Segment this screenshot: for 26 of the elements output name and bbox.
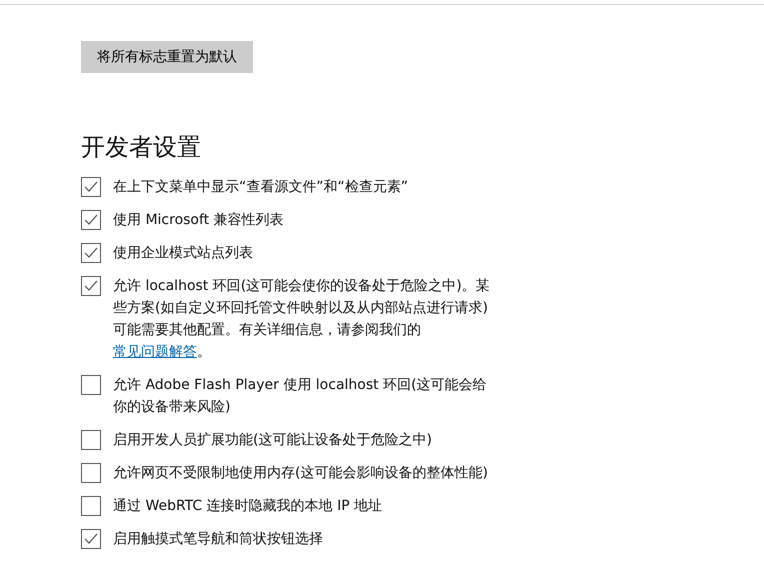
check-icon (84, 181, 98, 193)
checkbox[interactable] (81, 463, 101, 483)
option-label: 通过 WebRTC 连接时隐藏我的本地 IP 地址 (113, 497, 382, 516)
checkbox[interactable] (81, 276, 101, 296)
option-label: 允许 Adobe Flash Player 使用 localhost 环回(这可能会给你的设备带来风险) (113, 376, 488, 417)
option-label: 允许网页不受限制地使用内存(这可能会影响设备的整体性能) (113, 464, 488, 483)
checkbox[interactable] (81, 529, 101, 549)
checkbox[interactable] (81, 177, 101, 197)
option-label: 启用开发人员扩展功能(这可能让设备处于危险之中) (113, 431, 432, 450)
option-label: 使用企业模式站点列表 (113, 244, 253, 263)
checkbox[interactable] (81, 375, 101, 395)
check-icon (84, 533, 98, 545)
check-icon (84, 214, 98, 226)
checkbox[interactable] (81, 496, 101, 516)
option-label: 在上下文菜单中显示“查看源文件”和“检查元素” (113, 178, 408, 197)
check-icon (84, 280, 98, 292)
reset-button[interactable]: 将所有标志重置为默认 (81, 41, 253, 73)
check-icon (84, 247, 98, 259)
option-label: 使用 Microsoft 兼容性列表 (113, 211, 284, 230)
checkbox[interactable] (81, 430, 101, 450)
faq-link[interactable]: 常见问题解答 (113, 344, 197, 360)
checkbox[interactable] (81, 243, 101, 263)
checkbox[interactable] (81, 210, 101, 230)
section-title: 开发者设置 (81, 132, 202, 163)
option-label: 启用触摸式笔导航和筒状按钮选择 (113, 530, 323, 549)
option-label: 允许 localhost 环回(这可能会使你的设备处于危险之中)。某些方案(如自定义环回托管文件映射以及从内部站点进行请求)可能需要其他配置。有关详细信息，请参阅我们的 常见问题解答。 (113, 277, 491, 362)
